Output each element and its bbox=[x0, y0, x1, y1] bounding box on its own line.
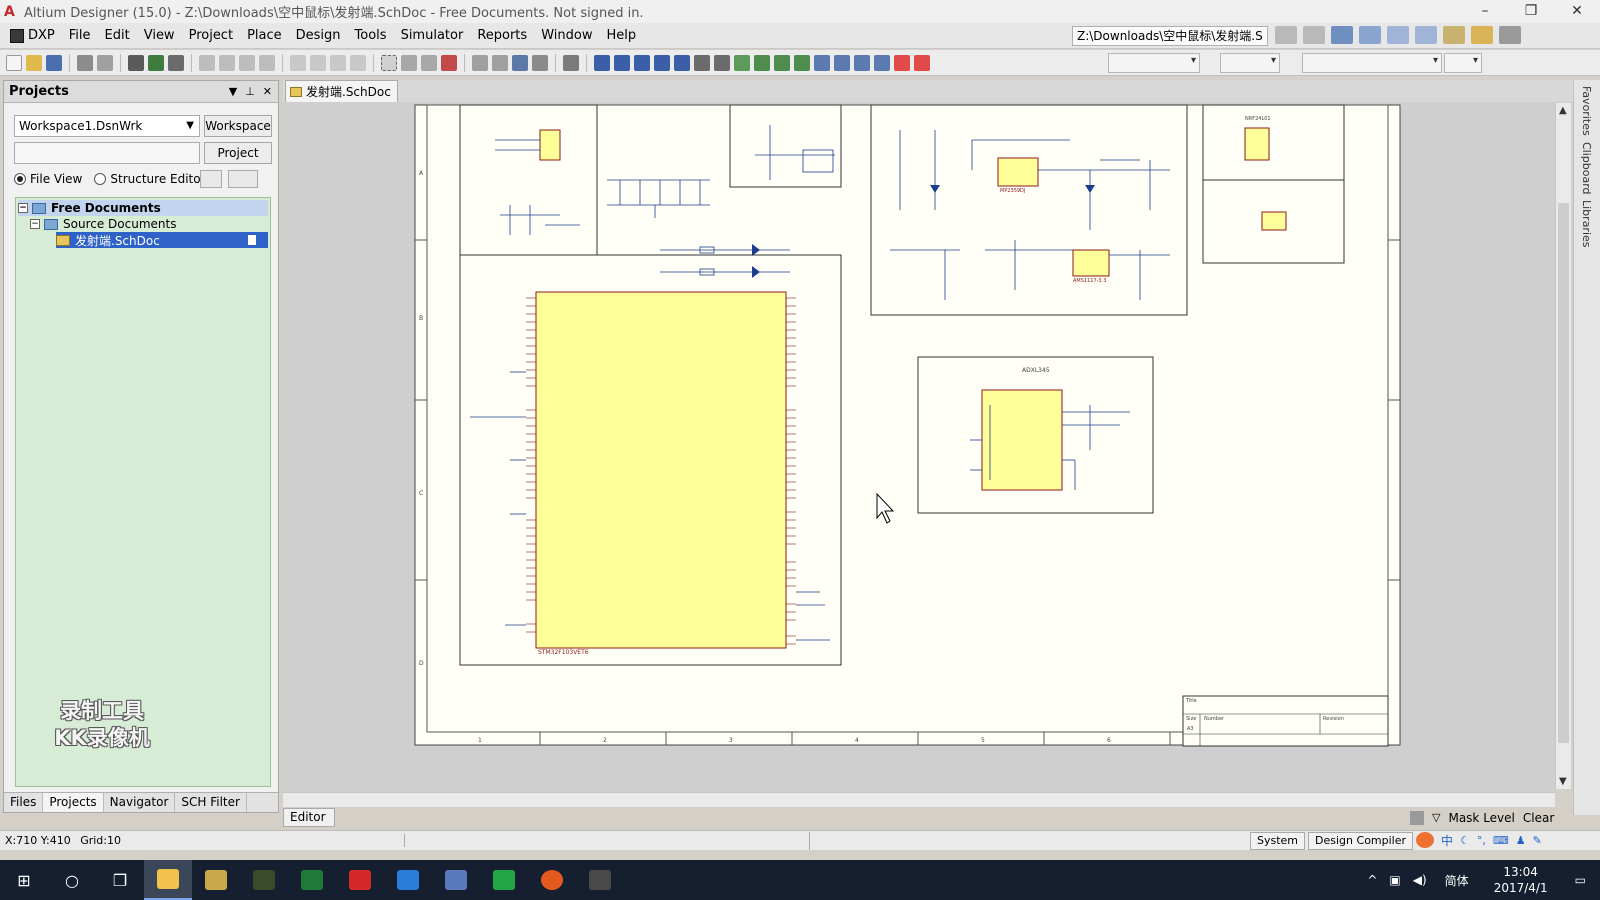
taskbar-app-red[interactable] bbox=[336, 860, 384, 900]
app-gray-icon bbox=[589, 870, 611, 890]
vertical-scroll-thumb[interactable] bbox=[1558, 203, 1569, 743]
ime-tools-icon[interactable]: ✎ bbox=[1533, 834, 1542, 847]
taskbar-wps[interactable] bbox=[384, 860, 432, 900]
app-green-icon bbox=[301, 870, 323, 890]
tray-chevron-icon[interactable]: ^ bbox=[1367, 873, 1377, 887]
clear-button[interactable]: Clear bbox=[1523, 811, 1554, 825]
task-view-icon: ❐ bbox=[112, 870, 128, 890]
wps-writer-icon bbox=[397, 870, 419, 890]
search-button[interactable]: ○ bbox=[48, 860, 96, 900]
title-block-number: Number bbox=[1204, 716, 1225, 722]
spreadsheet-icon bbox=[493, 870, 515, 890]
app-red-icon bbox=[349, 870, 371, 890]
status-buttons: System Design Compiler bbox=[1250, 832, 1416, 850]
zone-number-5: 5 bbox=[981, 737, 985, 744]
sensor-part-label: ADXL345 bbox=[1022, 367, 1050, 374]
highlight-icon[interactable] bbox=[1410, 810, 1424, 825]
taskbar-spreadsheet[interactable] bbox=[480, 860, 528, 900]
folder-icon bbox=[157, 869, 179, 889]
taskbar-app-blue[interactable] bbox=[432, 860, 480, 900]
coords-area: X:710 Y:410 Grid:10 bbox=[0, 834, 405, 847]
system-tray: ^ ▣ ◀) 简体 13:04 2017/4/1 ▭ bbox=[1361, 860, 1600, 900]
ime-punct-icon[interactable]: °, bbox=[1477, 834, 1486, 847]
vertical-scrollbar[interactable]: ▲ ▼ bbox=[1555, 103, 1571, 789]
rf-chip bbox=[1244, 127, 1270, 161]
zone-letter-c: C bbox=[419, 490, 423, 497]
mask-controls: ▽ Mask Level Clear bbox=[1410, 808, 1554, 827]
mcu-chip bbox=[535, 291, 787, 649]
schematic-canvas[interactable]: 1 2 3 4 5 6 7 8 A B C D bbox=[0, 0, 1600, 900]
title-block-size: Size bbox=[1186, 716, 1196, 722]
taskbar-app-gray[interactable] bbox=[576, 860, 624, 900]
clock-time: 13:04 bbox=[1503, 865, 1538, 879]
zone-number-4: 4 bbox=[855, 737, 859, 744]
scroll-down-icon[interactable]: ▼ bbox=[1559, 776, 1567, 787]
clock-date: 2017/4/1 bbox=[1493, 881, 1548, 895]
tray-ime[interactable]: 简体 bbox=[1445, 872, 1469, 889]
windows-taskbar: ⊞ ○ ❐ ^ ▣ ◀) 简体 13:04 2017/4/1 ▭ bbox=[0, 860, 1600, 900]
clipboard-tab[interactable]: Clipboard bbox=[1580, 142, 1593, 195]
zone-letter-b: B bbox=[419, 315, 423, 322]
zone-number-3: 3 bbox=[729, 737, 733, 744]
taskbar-app-green[interactable] bbox=[288, 860, 336, 900]
libraries-tab[interactable]: Libraries bbox=[1580, 200, 1593, 248]
altium-icon bbox=[205, 870, 227, 890]
scroll-up-icon[interactable]: ▲ bbox=[1559, 105, 1567, 116]
button-chip bbox=[1261, 211, 1287, 231]
rf-part-label: NRF24L01 bbox=[1245, 116, 1271, 122]
title-block-revision: Revision bbox=[1323, 716, 1344, 722]
taskbar-browser[interactable] bbox=[528, 860, 576, 900]
task-view-button[interactable]: ❐ bbox=[96, 860, 144, 900]
mcu-part-label: STM32F103VET6 bbox=[538, 649, 589, 656]
editor-tab[interactable]: Editor bbox=[283, 808, 335, 827]
ime-toolbar: 中 ☾ °, ⌨ ♟ ✎ bbox=[1416, 831, 1542, 849]
zone-letter-d: D bbox=[419, 660, 424, 667]
dcdc-part-label: MP2359DJ bbox=[1000, 188, 1025, 194]
ime-moon-icon[interactable]: ☾ bbox=[1460, 834, 1470, 847]
ime-keyboard-icon[interactable]: ⌨ bbox=[1493, 834, 1509, 847]
taskbar-sw[interactable] bbox=[240, 860, 288, 900]
app-blue-icon bbox=[445, 870, 467, 890]
taskbar-explorer[interactable] bbox=[144, 860, 192, 900]
cursor-coords: X:710 Y:410 bbox=[5, 834, 71, 847]
start-button[interactable]: ⊞ bbox=[0, 860, 48, 900]
ldo-chip bbox=[1072, 249, 1110, 277]
favorites-tab[interactable]: Favorites bbox=[1580, 86, 1593, 136]
filter-icon[interactable]: ▽ bbox=[1432, 811, 1440, 824]
header-component bbox=[539, 129, 561, 161]
tray-clock[interactable]: 13:04 2017/4/1 bbox=[1481, 864, 1561, 896]
grid-size: Grid:10 bbox=[80, 834, 121, 847]
search-icon: ○ bbox=[65, 870, 79, 890]
network-icon[interactable]: ▣ bbox=[1389, 873, 1400, 887]
dcdc-chip bbox=[997, 157, 1039, 187]
status-bar: X:710 Y:410 Grid:10 System Design Compil… bbox=[0, 830, 1600, 850]
system-button[interactable]: System bbox=[1250, 832, 1306, 850]
title-block-title: Title bbox=[1185, 698, 1197, 704]
volume-icon[interactable]: ◀) bbox=[1413, 873, 1427, 887]
horizontal-scrollbar[interactable] bbox=[283, 792, 1555, 807]
ime-chinese-icon[interactable]: 中 bbox=[1441, 832, 1453, 849]
zone-number-1: 1 bbox=[478, 737, 482, 744]
right-panel-strip: Favorites Clipboard Libraries bbox=[1573, 80, 1600, 815]
zone-number-6: 6 bbox=[1107, 737, 1111, 744]
ldo-part-label: AMS1117-3.3 bbox=[1073, 278, 1106, 284]
windows-logo-icon: ⊞ bbox=[17, 870, 31, 890]
notification-icon[interactable]: ▭ bbox=[1575, 873, 1586, 887]
sensor-chip bbox=[981, 389, 1063, 491]
app-sw-icon bbox=[253, 870, 275, 890]
ime-user-icon[interactable]: ♟ bbox=[1516, 834, 1526, 847]
browser-icon bbox=[541, 870, 563, 890]
taskbar-altium[interactable] bbox=[192, 860, 240, 900]
title-block-size-value: A3 bbox=[1187, 726, 1194, 732]
status-middle bbox=[405, 831, 810, 850]
zone-number-2: 2 bbox=[603, 737, 607, 744]
sogou-icon[interactable] bbox=[1416, 832, 1434, 848]
design-compiler-button[interactable]: Design Compiler bbox=[1308, 832, 1414, 850]
mask-level-button[interactable]: Mask Level bbox=[1448, 811, 1514, 825]
